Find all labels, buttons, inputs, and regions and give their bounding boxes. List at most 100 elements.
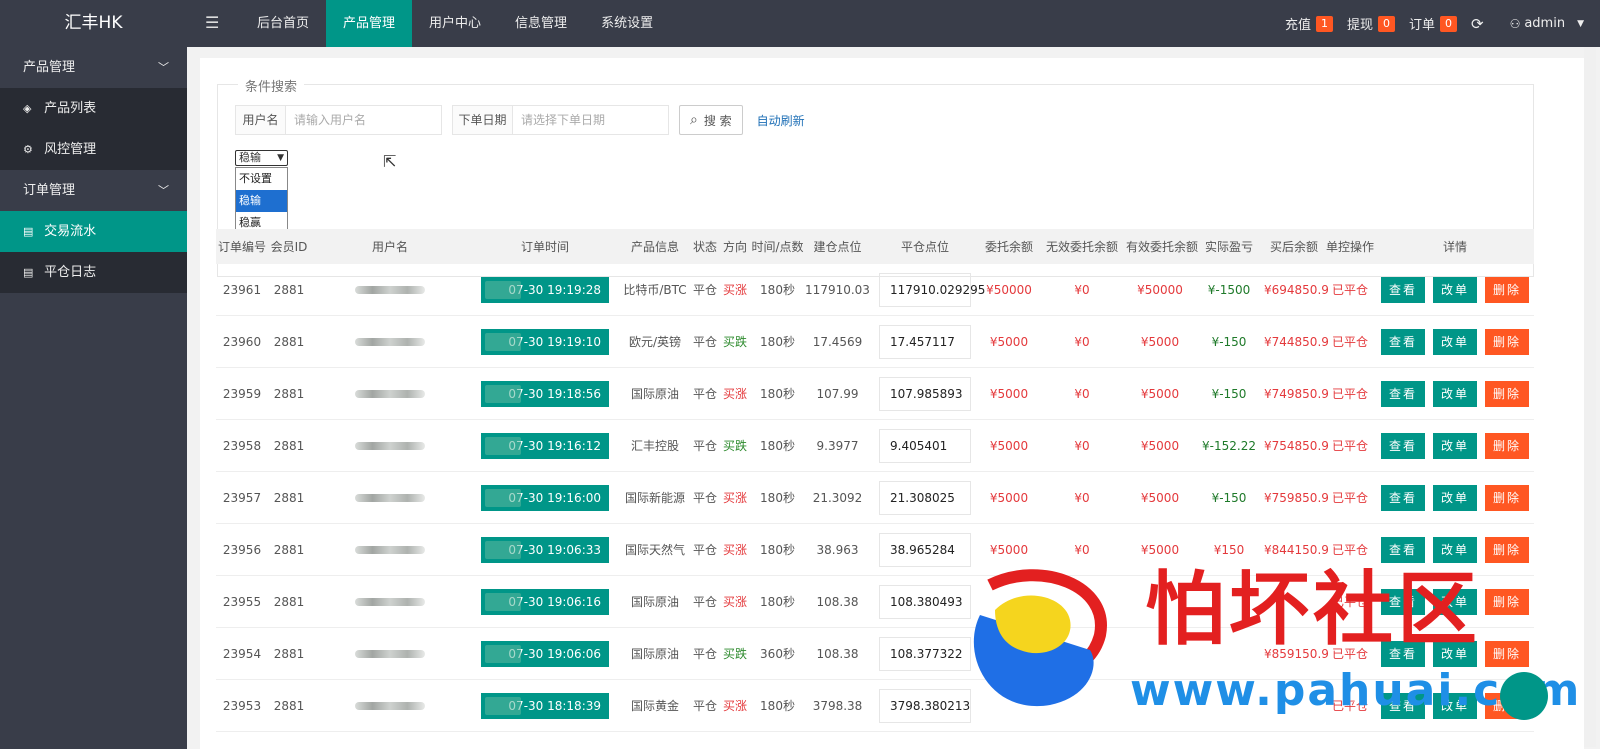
refresh-icon[interactable]: ⟳	[1471, 15, 1484, 33]
order-link[interactable]: 订单 0	[1409, 14, 1457, 33]
order-count-badge: 0	[1440, 15, 1457, 32]
win-lose-select-box[interactable]: 稳输 ▼	[235, 150, 288, 166]
nav-system-settings[interactable]: 系统设置	[584, 0, 670, 47]
close-price-cell: 17.457117	[870, 324, 980, 359]
view-button[interactable]: 查看	[1381, 640, 1425, 667]
search-button[interactable]: ⌕ 搜 索	[679, 105, 743, 135]
sidebar-group-product[interactable]: 产品管理 ﹀	[0, 47, 187, 88]
order-time-cell: 07-30 19:06:06	[470, 640, 620, 667]
order-time: 07-30 19:06:16	[481, 588, 609, 615]
sidebar-item-close-log[interactable]: ▤ 平仓日志	[0, 252, 187, 293]
edit-order-button[interactable]: 改单	[1433, 536, 1477, 563]
duration: 180秒	[760, 595, 795, 609]
edit-order-button[interactable]: 改单	[1433, 692, 1477, 719]
nav-home[interactable]: 后台首页	[240, 0, 326, 47]
status: 平仓	[692, 335, 717, 349]
order-date-input[interactable]	[513, 106, 668, 134]
page-scrollbar[interactable]	[1584, 47, 1596, 747]
product: 国际天然气	[624, 543, 685, 557]
view-button[interactable]: 查看	[1381, 380, 1425, 407]
sidebar-item-product-list[interactable]: ◈ 产品列表	[0, 88, 187, 129]
valid-balance: ¥5000	[1140, 490, 1180, 505]
nav-info-management[interactable]: 信息管理	[498, 0, 584, 47]
close-price-input[interactable]: 9.405401	[879, 428, 971, 463]
duration: 180秒	[760, 699, 795, 713]
nav-user-center[interactable]: 用户中心	[412, 0, 498, 47]
delete-button[interactable]: 删除	[1485, 640, 1529, 667]
order-time-cell: 07-30 19:19:10	[470, 328, 620, 355]
chat-button[interactable]	[1500, 672, 1548, 720]
entrust-balance: ¥5000	[989, 438, 1029, 453]
open-price: 21.3092	[812, 490, 863, 505]
username-blurred	[310, 543, 470, 557]
close-price-input[interactable]: 108.377322	[879, 636, 971, 671]
close-price-input[interactable]: 21.308025	[879, 480, 971, 515]
view-button[interactable]: 查看	[1381, 432, 1425, 459]
menu-toggle-icon[interactable]: ☰	[205, 13, 221, 33]
col-direction: 方向	[722, 240, 747, 254]
auto-refresh-link[interactable]: 自动刷新	[757, 112, 805, 129]
sidebar-item-risk-control[interactable]: ⚙ 风控管理	[0, 129, 187, 170]
close-price-input[interactable]: 107.985893	[879, 376, 971, 411]
profit-loss: ¥-150	[1211, 334, 1247, 349]
close-price-input[interactable]: 108.380493	[879, 584, 971, 619]
select-option[interactable]: 不设置	[236, 168, 287, 190]
close-price-input[interactable]: 117910.029295	[879, 272, 985, 307]
app-logo[interactable]: 汇丰HK	[0, 0, 187, 47]
delete-button[interactable]: 删除	[1485, 536, 1529, 563]
order-time-cell: 07-30 19:18:56	[470, 380, 620, 407]
edit-order-button[interactable]: 改单	[1433, 276, 1477, 303]
view-button[interactable]: 查看	[1381, 484, 1425, 511]
edit-order-button[interactable]: 改单	[1433, 484, 1477, 511]
row-actions: 查看改单删除	[1376, 380, 1534, 407]
invalid-balance: ¥0	[1074, 334, 1090, 349]
col-invalid: 无效委托余额	[1045, 240, 1118, 254]
sidebar: 产品管理 ﹀ ◈ 产品列表 ⚙ 风控管理 订单管理 ﹀ ▤ 交易流水 ▤ 平仓日…	[0, 47, 187, 749]
delete-button[interactable]: 删除	[1485, 432, 1529, 459]
control-status: 已平仓	[1331, 387, 1368, 401]
order-time-cell: 07-30 19:19:28	[470, 276, 620, 303]
close-price-input[interactable]: 38.965284	[879, 532, 971, 567]
blurred-username	[355, 337, 425, 346]
view-button[interactable]: 查看	[1381, 276, 1425, 303]
view-button[interactable]: 查看	[1381, 692, 1425, 719]
entrust-balance: ¥5000	[989, 490, 1029, 505]
select-option-selected[interactable]: 稳输	[236, 190, 287, 212]
user-menu[interactable]: ⚇ admin ▼	[1510, 16, 1584, 31]
username-blurred	[310, 491, 470, 505]
nav-product-management[interactable]: 产品管理	[326, 0, 413, 47]
blurred-username	[355, 545, 425, 554]
edit-order-button[interactable]: 改单	[1433, 588, 1477, 615]
recharge-link[interactable]: 充值 1	[1285, 14, 1333, 33]
document-icon: ▤	[23, 266, 34, 279]
view-button[interactable]: 查看	[1381, 536, 1425, 563]
close-price-input[interactable]: 17.457117	[879, 324, 971, 359]
open-price: 9.3977	[816, 438, 859, 453]
direction: 买涨	[722, 543, 747, 557]
withdraw-link[interactable]: 提现 0	[1347, 14, 1395, 33]
edit-order-button[interactable]: 改单	[1433, 380, 1477, 407]
win-lose-select[interactable]: 稳输 ▼ 不设置 稳输 稳赢	[235, 150, 288, 235]
edit-order-button[interactable]: 改单	[1433, 640, 1477, 667]
sidebar-item-trades[interactable]: ▤ 交易流水	[0, 211, 187, 252]
delete-button[interactable]: 删除	[1485, 588, 1529, 615]
delete-button[interactable]: 删除	[1485, 328, 1529, 355]
recharge-count-badge: 1	[1315, 15, 1333, 32]
edit-order-button[interactable]: 改单	[1433, 432, 1477, 459]
col-product: 产品信息	[630, 240, 679, 254]
gear-icon: ⚙	[23, 143, 33, 156]
product: 国际原油	[630, 595, 679, 609]
valid-balance: ¥5000	[1140, 386, 1180, 401]
view-button[interactable]: 查看	[1381, 588, 1425, 615]
edit-order-button[interactable]: 改单	[1433, 328, 1477, 355]
view-button[interactable]: 查看	[1381, 328, 1425, 355]
sidebar-group-order[interactable]: 订单管理 ﹀	[0, 170, 187, 211]
delete-button[interactable]: 删除	[1485, 380, 1529, 407]
close-price-input[interactable]: 3798.380213	[879, 688, 971, 723]
table-row: 23960 2881 07-30 19:19:10 欧元/英镑 平仓 买跌 180秒 17.4…	[216, 316, 1534, 368]
delete-button[interactable]: 删除	[1485, 276, 1529, 303]
user-icon: ⚇	[1509, 16, 1521, 31]
username-input[interactable]	[286, 106, 441, 134]
chevron-down-icon: ▼	[1577, 18, 1584, 29]
delete-button[interactable]: 删除	[1485, 484, 1529, 511]
